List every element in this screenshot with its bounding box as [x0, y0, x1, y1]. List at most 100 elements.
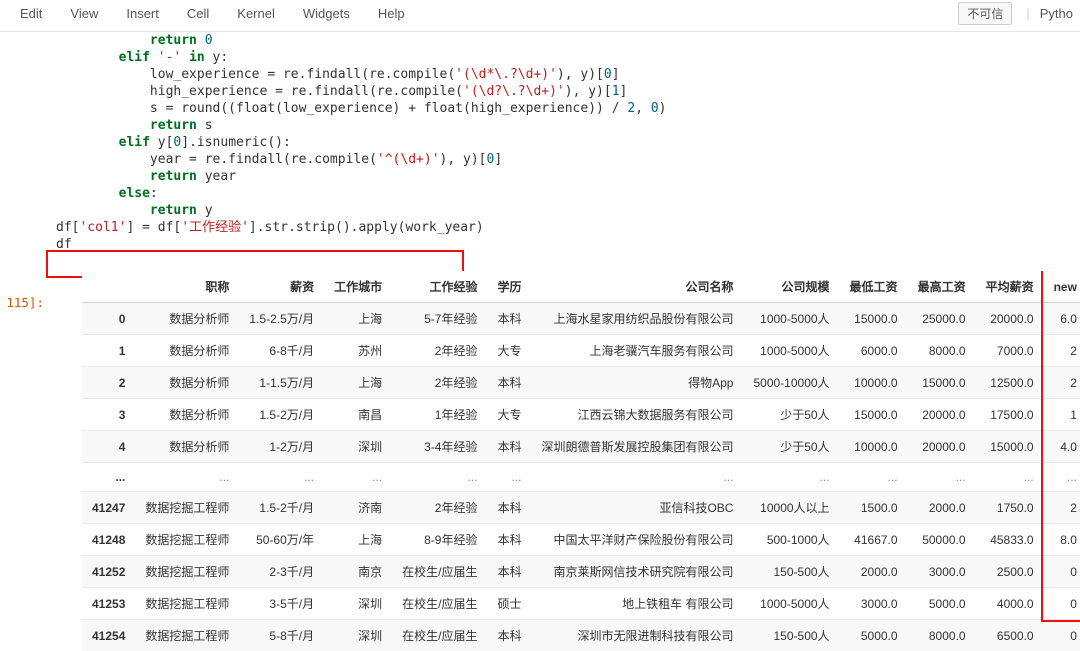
cell: 数据挖掘工程师 — [135, 524, 239, 556]
str: 'col1' — [79, 220, 126, 235]
kernel-name[interactable]: Pytho — [1040, 6, 1074, 21]
cell: 41667.0 — [840, 524, 908, 556]
num: 2 — [627, 101, 635, 116]
cell: 500-1000人 — [743, 524, 839, 556]
ellipsis-cell: ... — [135, 463, 239, 492]
ellipsis-cell: ... — [487, 463, 531, 492]
cell: 5-7年经验 — [392, 303, 487, 335]
cell: 深圳 — [324, 620, 392, 651]
table-row: 41252数据挖掘工程师2-3千/月南京在校生/应届生本科南京莱斯网信技术研究院… — [82, 556, 1080, 588]
cell: 4.0 — [1044, 431, 1080, 463]
cell: 亚信科技OBC — [531, 492, 743, 524]
cell: 50000.0 — [908, 524, 976, 556]
cell: 1000-5000人 — [743, 588, 839, 620]
code-text — [56, 33, 150, 48]
kw-return: return — [150, 33, 197, 48]
trust-button[interactable]: 不可信 — [958, 2, 1012, 25]
output-area: 职称薪资工作城市工作经验学历公司名称公司规模最低工资最高工资平均薪资newcol… — [50, 271, 1080, 651]
menu-help[interactable]: Help — [364, 2, 419, 25]
cell: 上海老骥汽车服务有限公司 — [531, 335, 743, 367]
ellipsis-cell: ... — [840, 463, 908, 492]
code-text: y[ — [150, 135, 173, 150]
cell: 数据挖掘工程师 — [135, 556, 239, 588]
table-row: 41248数据挖掘工程师50-60万/年上海8-9年经验本科中国太平洋财产保险股… — [82, 524, 1080, 556]
code-text: year = re.findall(re.compile( — [56, 152, 377, 167]
cell: 3000.0 — [840, 588, 908, 620]
cell: 数据挖掘工程师 — [135, 588, 239, 620]
cell: 深圳 — [324, 431, 392, 463]
cell: 硕士 — [487, 588, 531, 620]
cell: 济南 — [324, 492, 392, 524]
row-index: 41247 — [82, 492, 135, 524]
menu-edit[interactable]: Edit — [6, 2, 56, 25]
col-header: 平均薪资 — [976, 271, 1044, 303]
cell: 8.0 — [1044, 524, 1080, 556]
row-index: 41248 — [82, 524, 135, 556]
cell: 中国太平洋财产保险股份有限公司 — [531, 524, 743, 556]
col-header: 最低工资 — [840, 271, 908, 303]
cell: 7000.0 — [976, 335, 1044, 367]
cell: 2 — [1044, 335, 1080, 367]
cell: 1-2万/月 — [239, 431, 324, 463]
cell: 20000.0 — [908, 399, 976, 431]
ellipsis-cell: ... — [976, 463, 1044, 492]
cell: 3-4年经验 — [392, 431, 487, 463]
menu-insert[interactable]: Insert — [112, 2, 173, 25]
table-row: 3数据分析师1.5-2万/月南昌1年经验大专江西云锦大数据服务有限公司少于50人… — [82, 399, 1080, 431]
menu-widgets[interactable]: Widgets — [289, 2, 364, 25]
menu-cell[interactable]: Cell — [173, 2, 223, 25]
ellipsis-cell: ... — [82, 463, 135, 492]
cell: 在校生/应届生 — [392, 556, 487, 588]
cell: 地上铁租车 有限公司 — [531, 588, 743, 620]
cell: 150-500人 — [743, 620, 839, 651]
str: '工作经验' — [181, 220, 249, 235]
num: 0 — [205, 33, 213, 48]
cell: 上海 — [324, 367, 392, 399]
col-header: 工作城市 — [324, 271, 392, 303]
code-text: ] — [620, 84, 628, 99]
code-text — [56, 50, 119, 65]
cell: 20000.0 — [976, 303, 1044, 335]
code-text: ), y)[ — [557, 67, 604, 82]
table-row: 2数据分析师1-1.5万/月上海2年经验本科得物App5000-10000人10… — [82, 367, 1080, 399]
cell: 上海水星家用纺织品股份有限公司 — [531, 303, 743, 335]
row-index: 0 — [82, 303, 135, 335]
code-text — [150, 50, 158, 65]
ellipsis-cell: ... — [531, 463, 743, 492]
code-cell[interactable]: return 0 elif '-' in y: low_experience =… — [50, 32, 1080, 255]
cell: 6500.0 — [976, 620, 1044, 651]
col-header: 最高工资 — [908, 271, 976, 303]
cell: 本科 — [487, 556, 531, 588]
cell: 12500.0 — [976, 367, 1044, 399]
cell: 8000.0 — [908, 335, 976, 367]
cell: 2年经验 — [392, 367, 487, 399]
menu-kernel[interactable]: Kernel — [223, 2, 289, 25]
cell: 6000.0 — [840, 335, 908, 367]
cell: 数据分析师 — [135, 335, 239, 367]
code-text: df — [56, 237, 72, 252]
code-text — [56, 203, 150, 218]
str: '(\d?\.?\d+)' — [463, 84, 565, 99]
cell: 数据分析师 — [135, 431, 239, 463]
code-text: , — [635, 101, 651, 116]
pipe-icon: | — [1026, 6, 1029, 21]
cell: 1.5-2千/月 — [239, 492, 324, 524]
table-row: 41253数据挖掘工程师3-5千/月深圳在校生/应届生硕士地上铁租车 有限公司1… — [82, 588, 1080, 620]
code-text — [56, 135, 119, 150]
cell: 1500.0 — [840, 492, 908, 524]
cell: 3-5千/月 — [239, 588, 324, 620]
cell: 17500.0 — [976, 399, 1044, 431]
menu-view[interactable]: View — [56, 2, 112, 25]
cell: 在校生/应届生 — [392, 588, 487, 620]
ellipsis-cell: ... — [908, 463, 976, 492]
str: '^(\d+)' — [377, 152, 440, 167]
cell: 本科 — [487, 303, 531, 335]
cell: 上海 — [324, 524, 392, 556]
cell: 数据分析师 — [135, 367, 239, 399]
code-text: high_experience = re.findall(re.compile( — [56, 84, 463, 99]
cell: 10000人以上 — [743, 492, 839, 524]
code-text — [181, 50, 189, 65]
col-header: 工作经验 — [392, 271, 487, 303]
cell: 1年经验 — [392, 399, 487, 431]
output-prompt: 115]: — [0, 295, 44, 310]
